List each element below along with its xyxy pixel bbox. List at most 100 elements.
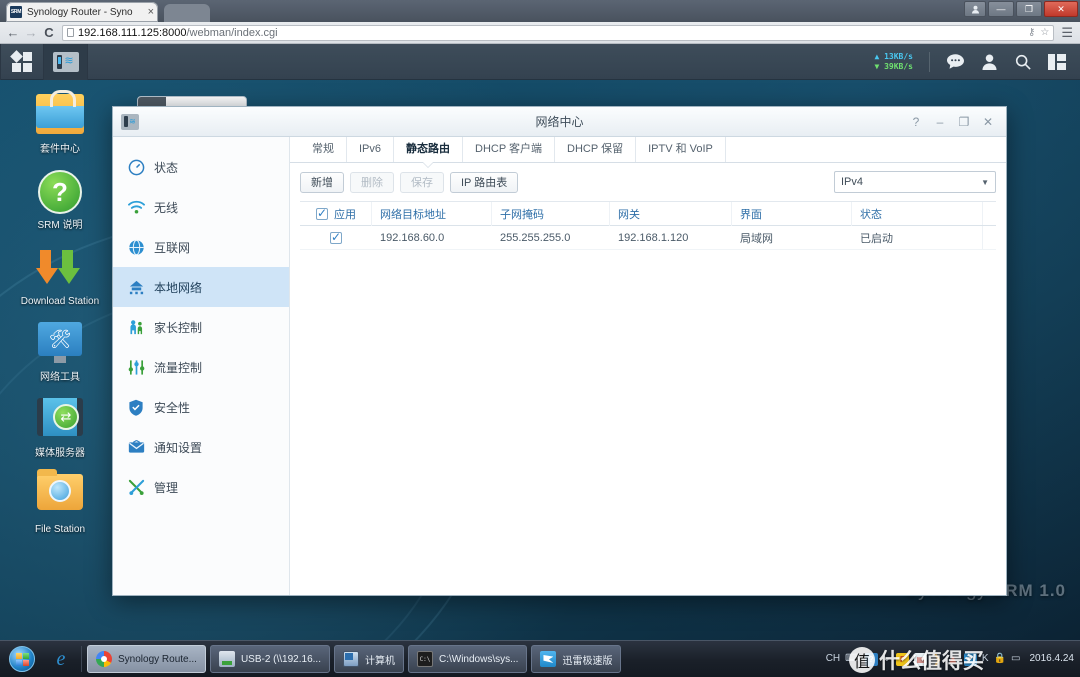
column-header-destination[interactable]: 网络目标地址	[372, 202, 492, 226]
window-title: 网络中心	[535, 115, 584, 129]
fz-icon[interactable]: F	[895, 652, 909, 666]
search-icon[interactable]	[1006, 44, 1040, 80]
clock-date[interactable]: 2016.4.24	[1026, 653, 1075, 665]
taskbar-app-network-center[interactable]: ≋	[44, 44, 88, 80]
row-checkbox[interactable]	[330, 230, 342, 244]
tab-dhcp-reservation[interactable]: DHCP 保留	[555, 137, 637, 162]
maximize-button[interactable]: ❐	[952, 110, 976, 134]
chevron-icon[interactable]: ⌄	[883, 654, 891, 664]
column-header-netmask[interactable]: 子网掩码	[492, 202, 610, 226]
desktop-icon-srm-help[interactable]: ? SRM 说明	[14, 170, 106, 232]
sidebar-item-traffic-control[interactable]: 流量控制	[113, 347, 289, 387]
sidebar-item-parental-control[interactable]: 家长控制	[113, 307, 289, 347]
column-header-interface[interactable]: 界面	[732, 202, 852, 226]
start-button[interactable]	[0, 642, 44, 676]
app-grid-icon	[10, 49, 32, 72]
sidebar-item-notification[interactable]: 通知设置	[113, 427, 289, 467]
desktop-icon-media-server[interactable]: ⇄ 媒体服务器	[14, 398, 106, 460]
tab-dhcp-clients[interactable]: DHCP 客户端	[463, 137, 556, 162]
tab-ipv6[interactable]: IPv6	[347, 137, 395, 162]
add-button[interactable]: 新增	[300, 171, 344, 193]
tab-static-route[interactable]: 静态路由	[394, 137, 464, 162]
desktop-icon-label: Download Station	[20, 296, 100, 307]
lock-icon[interactable]: 🔒	[994, 654, 1006, 664]
taskbar-item-label: C:\Windows\sys...	[438, 653, 519, 665]
taskbar-item-cmd[interactable]: C:\ C:\Windows\sys...	[407, 645, 528, 673]
desktop-icon-package-center[interactable]: 套件中心	[14, 90, 106, 156]
widgets-icon[interactable]	[1040, 44, 1074, 80]
browser-close-button[interactable]: ✕	[1044, 1, 1078, 17]
keyboard-icon[interactable]: ⌨	[845, 654, 859, 664]
desktop-icon-file-station[interactable]: File Station	[14, 469, 106, 536]
address-bar[interactable]: 192.168.111.125:8000/webman/index.cgi ⚷ …	[62, 24, 1055, 41]
taskbar-item-label: 迅雷极速版	[562, 655, 613, 667]
desktop-icon-network-tools[interactable]: 🛠 网络工具	[14, 322, 106, 384]
chevron-down-icon: ▼	[981, 177, 989, 187]
forward-button[interactable]: →	[22, 25, 40, 40]
key-icon[interactable]: ⚷	[1028, 27, 1035, 38]
help-button[interactable]: ?	[904, 110, 928, 134]
browser-tab[interactable]: SRM Synology Router - Syno ×	[6, 2, 158, 22]
tab-iptv-voip[interactable]: IPTV 和 VoIP	[636, 137, 726, 162]
row-interface: 局域网	[740, 233, 773, 245]
sidebar-item-label: 流量控制	[154, 360, 203, 375]
taskbar-item-chrome[interactable]: Synology Route...	[87, 645, 206, 673]
tab-bar: 常规 IPv6 静态路由 DHCP 客户端 DHCP 保留 IPTV 和 VoI…	[290, 137, 1006, 163]
table-scrollbar-column	[982, 226, 996, 249]
user-icon[interactable]	[972, 44, 1006, 80]
close-button[interactable]: ✕	[976, 110, 1000, 134]
sidebar-item-status[interactable]: 状态	[113, 147, 289, 187]
window-titlebar[interactable]: ≋ 网络中心 ? – ❐ ✕	[113, 107, 1006, 137]
blue-icon[interactable]: ◩	[963, 652, 977, 666]
traffic-control-icon	[127, 358, 145, 376]
minimize-button[interactable]: –	[928, 110, 952, 134]
sidebar-item-wireless[interactable]: 无线	[113, 187, 289, 227]
column-header-gateway[interactable]: 网关	[610, 202, 732, 226]
select-all-checkbox[interactable]	[316, 206, 328, 220]
taskbar-item-label: Synology Route...	[118, 653, 197, 665]
star-icon[interactable]: ☆	[1040, 27, 1049, 38]
command-prompt-icon: C:\	[416, 651, 433, 667]
sidebar-item-security[interactable]: 安全性	[113, 387, 289, 427]
app-menu-button[interactable]	[0, 44, 44, 80]
arrow-icon[interactable]: ❯	[932, 653, 942, 665]
wrench-icon	[127, 478, 145, 496]
ime-indicator[interactable]: CH	[826, 654, 840, 664]
tab-general[interactable]: 常规	[300, 137, 347, 162]
warning-icon[interactable]: ▲	[947, 653, 959, 665]
ip-routing-table-button[interactable]: IP 路由表	[450, 171, 519, 193]
k-icon[interactable]: K	[982, 654, 989, 664]
quicklaunch-internet-explorer[interactable]: e	[44, 642, 78, 676]
row-netmask: 255.255.255.0	[500, 232, 571, 244]
sidebar-item-local-network[interactable]: 本地网络	[113, 267, 289, 307]
table-row[interactable]: 192.168.60.0 255.255.255.0 192.168.1.120…	[300, 226, 996, 250]
taskbar-item-thunder[interactable]: 迅雷极速版	[531, 645, 622, 673]
globe-icon	[127, 238, 145, 256]
row-apply-cell[interactable]	[300, 226, 372, 250]
column-header-apply[interactable]: 应用	[300, 202, 372, 226]
column-header-status[interactable]: 状态	[852, 202, 982, 226]
network-tools-icon: 🛠	[38, 322, 82, 363]
chrome-user-button[interactable]	[964, 1, 986, 17]
back-button[interactable]: ←	[4, 25, 22, 40]
sidebar-item-management[interactable]: 管理	[113, 467, 289, 507]
help-icon[interactable]: ?	[864, 652, 878, 666]
window-controls: — ❐ ✕	[964, 1, 1078, 17]
maximize-button[interactable]: ❐	[1016, 1, 1042, 17]
taskbar-item-usb2[interactable]: USB-2 (\\192.16...	[209, 645, 330, 673]
screen-icon[interactable]: ▭	[1011, 654, 1020, 664]
close-icon[interactable]: ×	[148, 6, 154, 18]
sidebar-item-internet[interactable]: 互联网	[113, 227, 289, 267]
static-route-table: 应用 网络目标地址 子网掩码 网关 界面 状态	[300, 201, 996, 250]
protocol-select[interactable]: IPv4 ▼	[834, 171, 996, 193]
reload-button[interactable]: C	[40, 25, 58, 40]
chat-icon[interactable]	[938, 44, 972, 80]
minimize-button[interactable]: —	[988, 1, 1014, 17]
browser-tabstrip: SRM Synology Router - Syno × — ❐ ✕	[0, 0, 1080, 22]
gauge-icon	[127, 158, 145, 176]
taskbar-item-computer[interactable]: 计算机	[333, 645, 404, 673]
taskbar-item-label: USB-2 (\\192.16...	[240, 653, 321, 665]
app-icon[interactable]: ▤	[913, 652, 927, 666]
desktop-icon-download-station[interactable]: Download Station	[14, 246, 106, 308]
menu-icon[interactable]: ☰	[1058, 25, 1076, 41]
